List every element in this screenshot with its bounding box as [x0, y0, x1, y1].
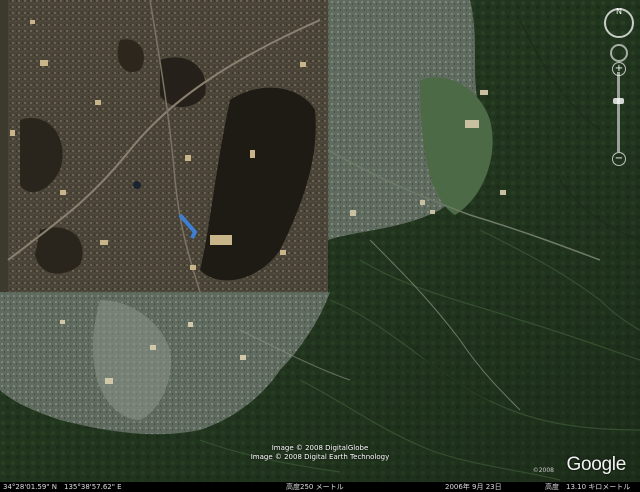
zoom-out-button[interactable]: − — [612, 152, 626, 166]
logo-copyright: ©2008 — [532, 467, 554, 474]
zoom-slider-handle[interactable] — [613, 98, 624, 104]
satellite-map[interactable]: N + − Image © 2008 DigitalGlobe Image © … — [0, 0, 640, 492]
look-joystick[interactable] — [610, 44, 628, 62]
credit-line: Image © 2008 Digital Earth Technology — [250, 453, 390, 461]
google-logo: Google — [566, 454, 627, 475]
status-bar: 34°28'01.59" N 135°38'57.62" E 高度 250 メー… — [0, 482, 640, 492]
elevation-label: 高度 — [286, 483, 300, 491]
zoom-slider-track[interactable] — [617, 72, 620, 152]
eye-altitude-label: 高度 — [545, 483, 559, 491]
compass-ring[interactable]: N — [604, 7, 634, 38]
elevation-value: 250 メートル — [300, 483, 344, 491]
credit-line: Image © 2008 DigitalGlobe — [271, 444, 369, 452]
imagery-credits: Image © 2008 DigitalGlobe Image © 2008 D… — [0, 444, 640, 462]
longitude-readout: 135°38'57.62" E — [64, 483, 122, 491]
imagery-date: 2006年 9月 23日 — [445, 483, 502, 491]
navigation-controls: N + − — [602, 6, 636, 176]
latitude-readout: 34°28'01.59" N — [3, 483, 57, 491]
north-label: N — [616, 7, 622, 16]
satellite-imagery[interactable] — [0, 0, 640, 492]
eye-altitude-value: 13.10 キロメートル — [566, 483, 631, 491]
